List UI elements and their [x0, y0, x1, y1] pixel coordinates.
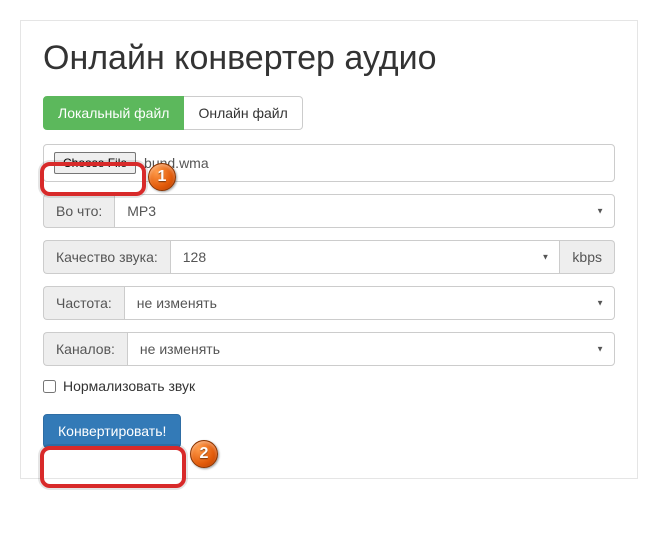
channels-value: не изменять: [140, 341, 220, 357]
quality-select[interactable]: 128: [170, 240, 561, 274]
format-label: Во что:: [43, 194, 114, 228]
frequency-row: Частота: не изменять: [43, 286, 615, 320]
selected-file-name: bund.wma: [144, 155, 209, 171]
normalize-row: Нормализовать звук: [43, 378, 615, 394]
channels-row: Каналов: не изменять: [43, 332, 615, 366]
source-tabs: Локальный файл Онлайн файл: [43, 96, 615, 130]
page-title: Онлайн конвертер аудио: [43, 39, 615, 78]
format-row: Во что: MP3: [43, 194, 615, 228]
quality-label: Качество звука:: [43, 240, 170, 274]
format-select[interactable]: MP3: [114, 194, 615, 228]
file-input-row: Choose File bund.wma: [43, 144, 615, 182]
frequency-select[interactable]: не изменять: [124, 286, 615, 320]
frequency-value: не изменять: [137, 295, 217, 311]
tab-online-file[interactable]: Онлайн файл: [184, 96, 302, 130]
frequency-label: Частота:: [43, 286, 124, 320]
convert-button[interactable]: Конвертировать!: [43, 414, 181, 448]
channels-label: Каналов:: [43, 332, 127, 366]
quality-row: Качество звука: 128 kbps: [43, 240, 615, 274]
normalize-label[interactable]: Нормализовать звук: [63, 378, 195, 394]
format-value: MP3: [127, 203, 156, 219]
quality-unit: kbps: [560, 240, 615, 274]
tab-local-file[interactable]: Локальный файл: [43, 96, 184, 130]
choose-file-button[interactable]: Choose File: [54, 152, 136, 174]
channels-select[interactable]: не изменять: [127, 332, 615, 366]
quality-value: 128: [183, 249, 206, 265]
main-panel: Онлайн конвертер аудио Локальный файл Он…: [20, 20, 638, 479]
normalize-checkbox[interactable]: [43, 380, 56, 393]
